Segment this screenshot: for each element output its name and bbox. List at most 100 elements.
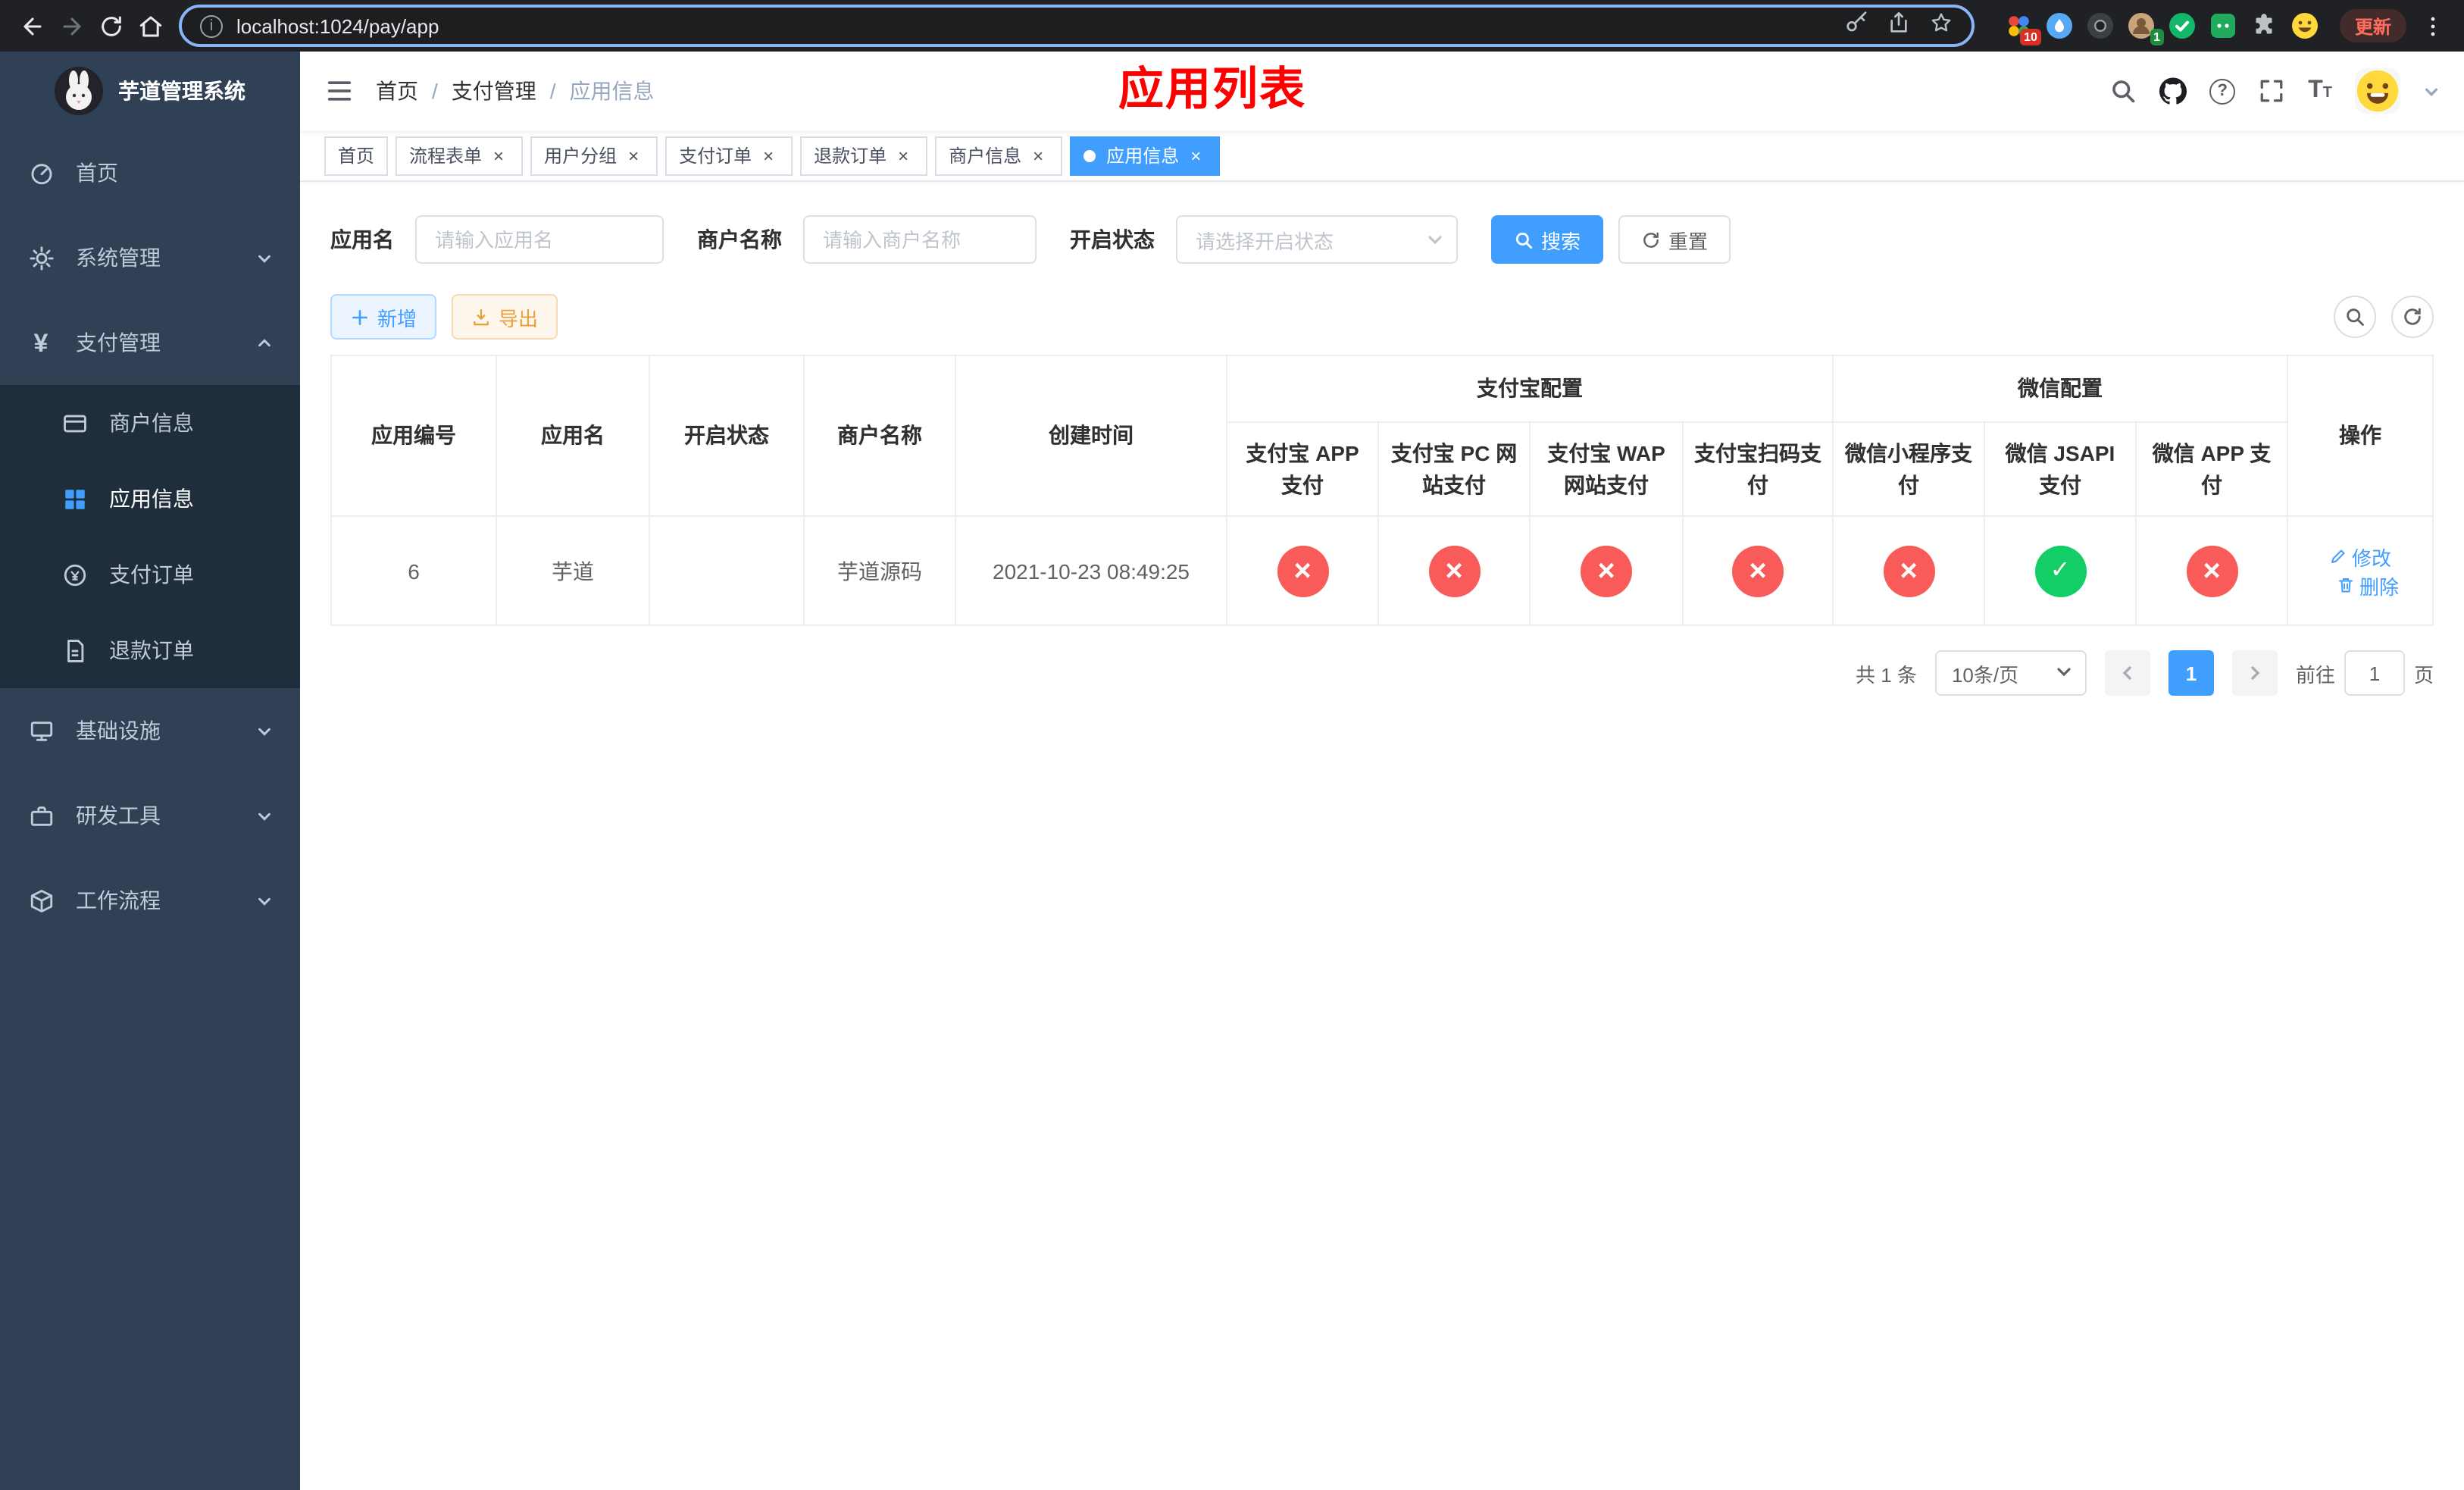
tab-refund-order[interactable]: 退款订单 × bbox=[800, 136, 928, 175]
tab-process-form[interactable]: 流程表单 × bbox=[396, 136, 524, 175]
close-icon[interactable]: × bbox=[488, 145, 509, 166]
sidebar-item-workflow[interactable]: 工作流程 bbox=[0, 858, 300, 943]
help-icon[interactable]: ? bbox=[2209, 78, 2236, 104]
sidebar-item-pay-order[interactable]: 支付订单 bbox=[0, 537, 300, 612]
browser-menu-icon[interactable] bbox=[2412, 6, 2452, 45]
browser-reload-button[interactable] bbox=[91, 6, 130, 45]
app-name-label: 应用名 bbox=[330, 227, 394, 252]
search-button-label: 搜索 bbox=[1541, 230, 1581, 252]
refresh-icon[interactable] bbox=[2391, 296, 2434, 338]
prev-page-button[interactable] bbox=[2104, 650, 2150, 696]
close-icon[interactable]: × bbox=[758, 145, 779, 166]
sidebar-item-app-info[interactable]: 应用信息 bbox=[0, 461, 300, 537]
extension-puzzle-icon[interactable] bbox=[2250, 12, 2278, 39]
extension-chat-icon[interactable] bbox=[2209, 12, 2237, 39]
column-header: 微信 APP 支付 bbox=[2135, 421, 2288, 517]
extension-emoji-icon[interactable] bbox=[2291, 12, 2319, 39]
sidebar-item-dev-tools[interactable]: 研发工具 bbox=[0, 773, 300, 858]
search-icon[interactable] bbox=[2109, 77, 2137, 105]
payment-submenu: 商户信息 应用信息 支付订单 退款订单 bbox=[0, 385, 300, 688]
cube-icon bbox=[27, 887, 55, 914]
bookmark-star-icon[interactable] bbox=[1929, 10, 1953, 42]
password-key-icon[interactable] bbox=[1844, 10, 1868, 42]
column-header: 微信 JSAPI 支付 bbox=[1984, 421, 2137, 517]
sidebar-item-merchant-info[interactable]: 商户信息 bbox=[0, 385, 300, 461]
config-status-icon bbox=[2034, 545, 2086, 596]
breadcrumb-payment[interactable]: 支付管理 bbox=[418, 76, 536, 106]
add-button[interactable]: 新增 bbox=[330, 294, 437, 340]
app-title: 芋道管理系统 bbox=[118, 79, 245, 103]
sidebar-item-home[interactable]: 首页 bbox=[0, 130, 300, 215]
tab-merchant-info[interactable]: 商户信息 × bbox=[935, 136, 1063, 175]
merchant-name-input[interactable] bbox=[803, 215, 1037, 264]
sidebar: 芋道管理系统 首页 系统管理 ¥ 支付管理 商户信息 应用信息 支付订单 退款订… bbox=[0, 52, 300, 1490]
hamburger-icon[interactable] bbox=[324, 76, 355, 106]
extension-grid-icon[interactable]: 10 bbox=[2005, 12, 2041, 45]
status-select[interactable]: 请选择开启状态 bbox=[1176, 215, 1458, 264]
browser-forward-button[interactable] bbox=[52, 6, 91, 45]
browser-update-button[interactable]: 更新 bbox=[2339, 9, 2406, 42]
fullscreen-icon[interactable] bbox=[2258, 77, 2285, 105]
edit-button[interactable]: 修改 bbox=[2329, 542, 2391, 571]
next-page-button[interactable] bbox=[2231, 650, 2278, 696]
close-icon[interactable]: × bbox=[623, 145, 644, 166]
font-size-icon[interactable]: TT bbox=[2308, 78, 2332, 103]
breadcrumb-home[interactable]: 首页 bbox=[376, 76, 418, 106]
column-header: 应用名 bbox=[496, 355, 650, 517]
app-logo[interactable]: 芋道管理系统 bbox=[0, 52, 300, 130]
reset-button[interactable]: 重置 bbox=[1618, 215, 1731, 264]
extension-check-icon[interactable] bbox=[2169, 12, 2196, 39]
tab-app-info[interactable]: 应用信息 × bbox=[1070, 136, 1221, 175]
tab-user-group[interactable]: 用户分组 × bbox=[530, 136, 658, 175]
config-status-icon bbox=[1581, 545, 1632, 596]
export-button[interactable]: 导出 bbox=[452, 294, 558, 340]
cell-app-id: 6 bbox=[330, 515, 497, 626]
sidebar-item-label: 首页 bbox=[76, 161, 118, 185]
sidebar-item-label: 支付订单 bbox=[109, 562, 194, 587]
share-icon[interactable] bbox=[1887, 10, 1911, 42]
close-icon[interactable]: × bbox=[1027, 145, 1049, 166]
tab-label: 首页 bbox=[338, 146, 375, 167]
url-text[interactable]: localhost:1024/pay/app bbox=[236, 14, 1844, 37]
main-panel: 首页 支付管理 应用信息 ? TT bbox=[300, 52, 2464, 1490]
column-header: 操作 bbox=[2287, 355, 2434, 517]
browser-home-button[interactable] bbox=[130, 6, 170, 45]
table-row: 6 芋道 芋道源码 2021-10-23 08:49:25 × × × × × … bbox=[330, 515, 2434, 626]
search-button[interactable]: 搜索 bbox=[1491, 215, 1604, 264]
goto-label: 前往 bbox=[2295, 663, 2335, 686]
site-info-icon[interactable]: i bbox=[200, 14, 223, 37]
page-number-button[interactable]: 1 bbox=[2168, 650, 2214, 696]
extension-drop-icon[interactable] bbox=[2046, 12, 2073, 39]
extension-dark-circle-icon[interactable] bbox=[2087, 12, 2114, 39]
config-status-icon bbox=[1428, 545, 1480, 596]
github-icon[interactable] bbox=[2159, 77, 2187, 105]
close-icon[interactable]: × bbox=[893, 145, 914, 166]
app-name-input[interactable] bbox=[415, 215, 664, 264]
logo-rabbit-icon bbox=[55, 67, 103, 115]
browser-back-button[interactable] bbox=[12, 6, 52, 45]
config-status-icon bbox=[1732, 545, 1784, 596]
sidebar-item-payment[interactable]: ¥ 支付管理 bbox=[0, 300, 300, 385]
cell-created-time: 2021-10-23 08:49:25 bbox=[955, 515, 1227, 626]
page-size-select[interactable]: 10条/页 bbox=[1934, 650, 2087, 696]
address-bar[interactable]: i localhost:1024/pay/app bbox=[179, 5, 1975, 47]
sidebar-item-refund-order[interactable]: 退款订单 bbox=[0, 612, 300, 688]
extension-avatar-icon[interactable]: 1 bbox=[2128, 12, 2164, 45]
sidebar-item-system[interactable]: 系统管理 bbox=[0, 215, 300, 300]
delete-button[interactable]: 删除 bbox=[2337, 571, 2399, 599]
goto-page-input[interactable] bbox=[2344, 650, 2405, 696]
toggle-search-icon[interactable] bbox=[2334, 296, 2376, 338]
grid-icon bbox=[61, 485, 88, 512]
tab-home[interactable]: 首页 bbox=[324, 136, 389, 175]
table-toolbar: 新增 导出 bbox=[330, 294, 2434, 340]
app-table: 应用编号 应用名 开启状态 商户名称 创建时间 支付宝配置 微信配置 操作 支付… bbox=[330, 355, 2434, 626]
chevron-down-icon bbox=[256, 249, 273, 266]
user-avatar[interactable] bbox=[2355, 68, 2400, 114]
sidebar-item-label: 退款订单 bbox=[109, 638, 194, 662]
caret-down-icon[interactable] bbox=[2423, 83, 2440, 99]
tab-pay-order[interactable]: 支付订单 × bbox=[665, 136, 793, 175]
close-icon[interactable]: × bbox=[1185, 145, 1206, 166]
pagination-total: 共 1 条 bbox=[1856, 663, 1917, 686]
add-button-label: 新增 bbox=[377, 307, 417, 330]
sidebar-item-infra[interactable]: 基础设施 bbox=[0, 688, 300, 773]
